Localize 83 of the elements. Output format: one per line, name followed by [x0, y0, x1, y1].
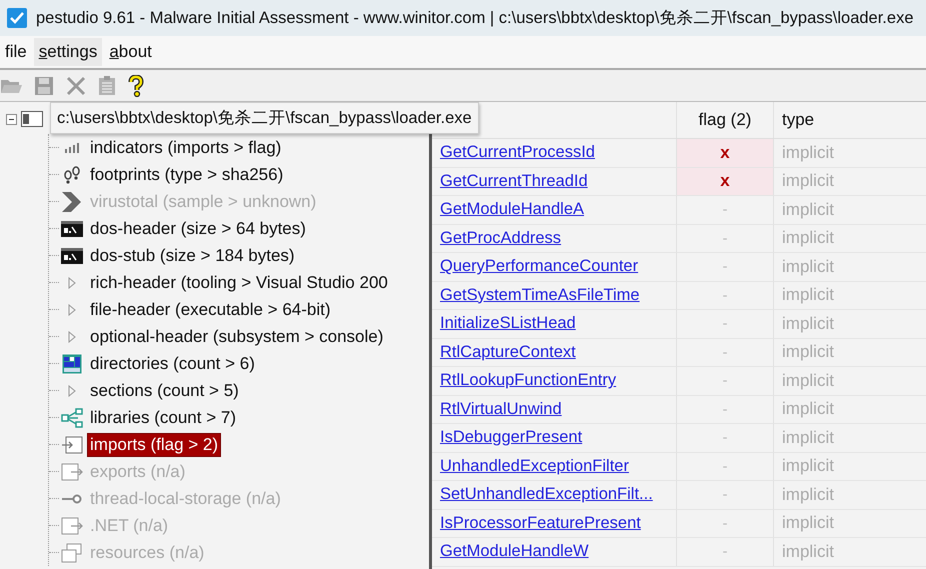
tree-item[interactable]: dos-stub (size > 184 bytes) [88, 244, 297, 266]
flag-cell: - [677, 510, 774, 537]
stacked-windows-icon [61, 542, 83, 562]
window-icon [21, 111, 43, 127]
window-title: pestudio 9.61 - Malware Initial Assessment - www.winitor.com | c:\users\bbtx\desktop\免杀二开\fscan_bypass\loader.exe [36, 8, 914, 29]
tree-item[interactable]: rich-header (tooling > Visual Studio 200 [88, 272, 390, 294]
flag-cell: x [677, 139, 774, 166]
flag-cell: - [677, 396, 774, 423]
help-icon[interactable] [128, 74, 144, 96]
path-tooltip: c:\users\bbtx\desktop\免杀二开\fscan_bypass\loader.exe [50, 102, 479, 134]
function-link[interactable]: GetModuleHandleA [440, 200, 584, 220]
import-icon [61, 436, 83, 454]
function-link[interactable]: QueryPerformanceCounter [440, 257, 638, 276]
type-cell: implicit [782, 513, 834, 534]
collapse-icon[interactable] [6, 114, 17, 124]
console-icon [61, 248, 83, 264]
tree-item[interactable]: optional-header (subsystem > console) [88, 326, 386, 348]
export-icon [61, 462, 83, 480]
function-link[interactable]: RtlVirtualUnwind [440, 400, 562, 419]
flag-cell: - [677, 310, 774, 338]
tree-item[interactable]: directories (count > 6) [88, 352, 257, 374]
tree-item[interactable]: footprints (type > sha256) [88, 164, 286, 186]
tree-item[interactable]: imports (flag > 2) [88, 434, 220, 456]
type-cell: implicit [782, 256, 834, 277]
expand-arrow-icon[interactable] [68, 330, 76, 342]
flag-cell: - [677, 538, 774, 566]
flag-cell: - [677, 367, 774, 394]
key-icon [62, 494, 82, 504]
type-cell: implicit [782, 200, 834, 220]
function-link[interactable]: InitializeSListHead [440, 314, 576, 334]
function-link[interactable]: IsDebuggerPresent [440, 428, 582, 448]
type-cell: implicit [782, 314, 834, 334]
export-icon [61, 516, 83, 534]
function-link[interactable]: RtlLookupFunctionEntry [440, 371, 616, 390]
flag-cell: - [677, 481, 774, 508]
type-cell: implicit [782, 285, 834, 306]
footprints-icon [63, 164, 81, 184]
function-link[interactable]: IsProcessorFeaturePresent [440, 514, 641, 533]
type-cell: implicit [782, 399, 834, 420]
tree-item[interactable]: dos-header (size > 64 bytes) [88, 218, 308, 240]
flag-cell: - [677, 424, 774, 452]
column-header[interactable]: type [774, 102, 926, 138]
type-cell: implicit [782, 484, 834, 505]
type-cell: implicit [782, 428, 834, 448]
tree-item[interactable]: file-header (executable > 64-bit) [88, 298, 332, 320]
console-icon [61, 220, 83, 236]
type-cell: implicit [782, 142, 834, 163]
tree-item[interactable]: indicators (imports > flag) [88, 136, 284, 158]
share-nodes-icon [61, 408, 83, 428]
tree-item[interactable]: libraries (count > 7) [88, 406, 238, 428]
flag-cell: - [677, 253, 774, 280]
app-checkbox-icon [6, 7, 28, 29]
type-cell: implicit [782, 542, 834, 562]
flag-cell: - [677, 224, 774, 252]
bar-chart-icon [64, 142, 80, 152]
function-link[interactable]: SetUnhandledExceptionFilt... [440, 485, 653, 504]
grid-icon [62, 354, 82, 374]
function-link[interactable]: GetCurrentThreadId [440, 172, 588, 191]
function-link[interactable]: RtlCaptureContext [440, 342, 576, 362]
function-link[interactable]: GetSystemTimeAsFileTime [440, 286, 640, 305]
type-cell: implicit [782, 370, 834, 391]
flag-cell: - [677, 338, 774, 366]
flag-cell: x [677, 168, 774, 195]
function-link[interactable]: UnhandledExceptionFilter [440, 456, 629, 476]
flag-cell: - [677, 452, 774, 480]
function-link[interactable]: GetCurrentProcessId [440, 143, 595, 162]
type-cell: implicit [782, 342, 834, 362]
tree-item[interactable]: sections (count > 5) [88, 380, 241, 402]
menu-item[interactable]: settings [34, 38, 102, 66]
expand-arrow-icon[interactable] [68, 304, 76, 316]
function-link[interactable]: GetModuleHandleW [440, 542, 589, 562]
type-cell: implicit [782, 171, 834, 192]
menu-item[interactable]: about [104, 38, 157, 66]
menu-item[interactable]: file [0, 38, 32, 66]
flag-cell: - [677, 282, 774, 309]
expand-arrow-icon[interactable] [68, 384, 76, 396]
chevron-icon [62, 192, 82, 212]
function-link[interactable]: GetProcAddress [440, 228, 562, 248]
flag-cell: - [677, 196, 774, 224]
column-header[interactable]: flag (2) [677, 102, 774, 138]
expand-arrow-icon[interactable] [68, 276, 76, 288]
type-cell: implicit [782, 456, 834, 476]
type-cell: implicit [782, 228, 834, 248]
